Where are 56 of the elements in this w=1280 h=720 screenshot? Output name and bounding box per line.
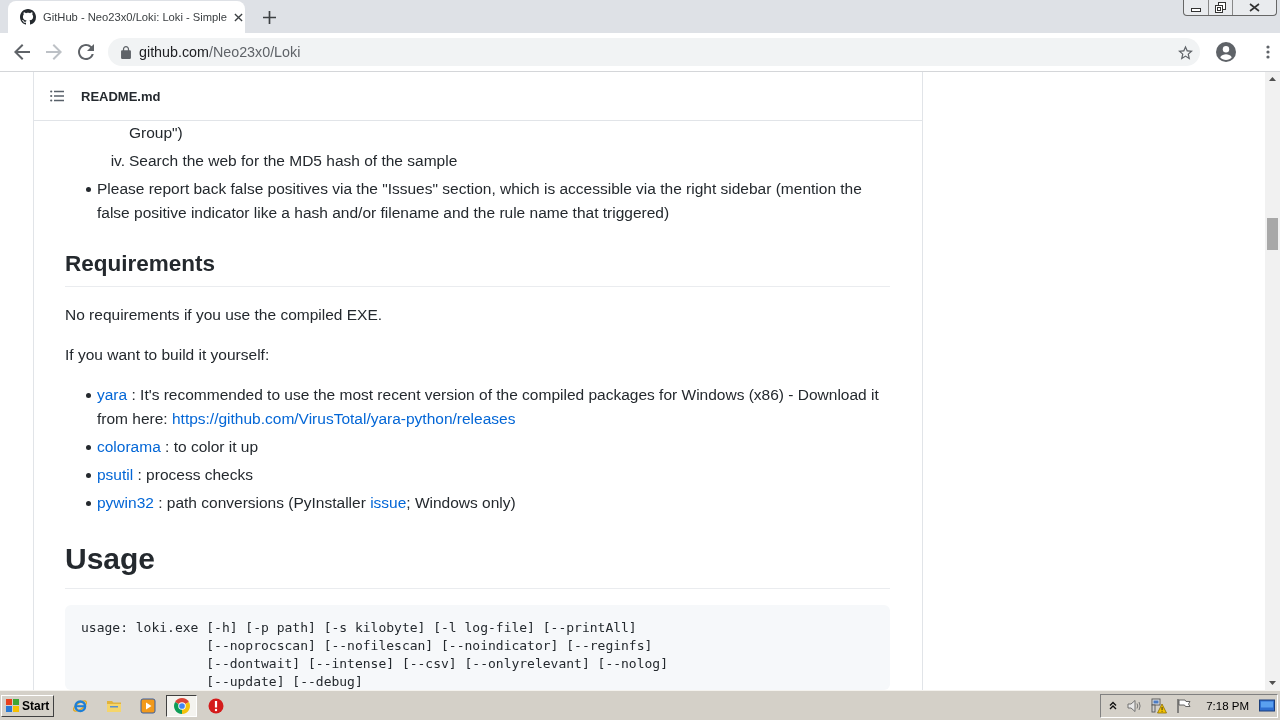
monitor-icon[interactable] [1259, 697, 1275, 714]
plus-icon[interactable] [263, 10, 276, 24]
cat-logo-icon [20, 9, 36, 25]
lock-icon [121, 45, 131, 59]
menu-icon[interactable] [1266, 45, 1270, 59]
browser-tab[interactable]: GitHub - Neo23x0/Loki: Loki - Simple [8, 1, 245, 33]
left-arrow-icon[interactable] [14, 44, 30, 60]
heading: Requirements [65, 249, 890, 287]
network-warning-icon[interactable] [1151, 697, 1168, 714]
list-marker: iv. [110, 152, 125, 169]
double-chevron-up-icon[interactable] [1109, 701, 1118, 710]
link[interactable]: https://github.com/VirusTotal/yara-python/releases [171, 410, 516, 427]
address-field[interactable]: github.com/Neo23x0/Loki [108, 38, 1200, 66]
list-item-text: Search the web for the MD5 hash of the sample [129, 151, 459, 171]
star-icon[interactable] [1178, 44, 1193, 60]
close-icon [1249, 3, 1260, 12]
code-block: usage: loki.exe [-h] [-p path] [-s kilobyte] [-l log-file] [--printAll] [--noprocscan] [--nofilescan] [--noindicator] [--reginfs] [--dontwait] [--intense] [--csv] [--onlyrelevant] [--nolog] [--update] [--debug] [65, 605, 890, 690]
reload-icon[interactable] [78, 44, 94, 60]
clock-text: 7:18 PM [1206, 699, 1249, 712]
link[interactable]: yara [97, 386, 128, 403]
flag-logo-icon [6, 699, 19, 712]
minimize-icon [1191, 8, 1201, 12]
restore-icon [1215, 2, 1226, 13]
link[interactable]: pywin32 [97, 494, 154, 511]
bullet-icon [86, 187, 91, 192]
bullet-icon [86, 393, 91, 398]
paragraph: No requirements if you use the compiled EXE. [65, 305, 384, 325]
exclamation-icon [207, 697, 224, 714]
close-icon[interactable] [234, 12, 244, 22]
play-icon [139, 697, 156, 714]
link[interactable]: colorama [97, 438, 161, 455]
start-button[interactable]: Start [1, 694, 54, 717]
list-item-text: psutil : process checks [97, 465, 254, 485]
list-icon[interactable] [50, 90, 64, 102]
browser-logo-icon [71, 697, 88, 714]
speaker-icon[interactable] [1126, 697, 1143, 714]
scrollbar-thumb[interactable] [1267, 218, 1278, 250]
link[interactable]: issue [370, 494, 407, 511]
account-circle-icon[interactable] [1216, 42, 1236, 62]
link[interactable]: psutil [97, 466, 134, 483]
bullet-icon [86, 501, 91, 506]
bullet-icon [86, 445, 91, 450]
file-title: README.md [81, 88, 161, 104]
list-item-text: colorama : to color it up [97, 437, 260, 457]
list-item-text: pywin32 : path conversions (PyInstaller issue; Windows only) [97, 493, 517, 513]
up-arrow-icon[interactable] [1269, 77, 1276, 81]
down-arrow-icon[interactable] [1269, 681, 1276, 685]
scrollbar[interactable] [1265, 72, 1280, 690]
flag-icon[interactable] [1176, 697, 1193, 714]
list-item-text: Please report back false positives via the "Issues" section, which is accessible via the right sidebar (mention the false positive indicator like a hash and/or filename and the rule name that triggered) [97, 179, 863, 223]
paragraph: If you want to build it yourself: [65, 345, 271, 365]
list-item-text: Group") [129, 123, 184, 143]
taskbar-button[interactable] [166, 694, 197, 717]
circle-logo-icon [173, 697, 190, 714]
bullet-icon [86, 473, 91, 478]
heading: Usage [65, 539, 890, 589]
